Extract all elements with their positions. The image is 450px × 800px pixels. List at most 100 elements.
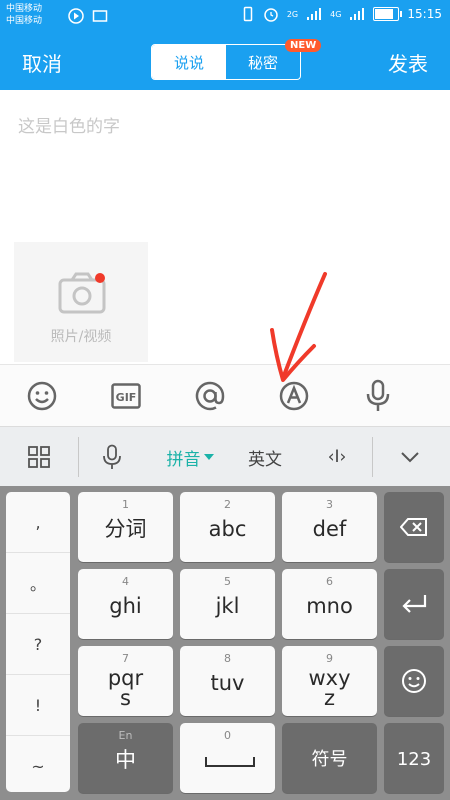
caret-down-icon bbox=[203, 454, 214, 460]
punct-key[interactable]: 。 bbox=[6, 553, 70, 614]
key-5[interactable]: 5 jkl bbox=[180, 569, 275, 639]
key-9[interactable]: 9 wxyz bbox=[282, 646, 377, 716]
battery-icon bbox=[373, 7, 403, 21]
font-style-button[interactable] bbox=[252, 365, 336, 427]
ime-menu-button[interactable] bbox=[18, 427, 60, 487]
key-8[interactable]: 8 tuv bbox=[180, 646, 275, 716]
key-2[interactable]: 2 abc bbox=[180, 492, 275, 562]
key-label-text: pqrs bbox=[107, 666, 144, 710]
ime-cursor-control[interactable]: ‹I› bbox=[312, 427, 362, 487]
ime-divider-2 bbox=[372, 437, 373, 477]
ime-divider bbox=[78, 437, 79, 477]
punct-key[interactable]: ? bbox=[6, 614, 70, 675]
key-label: pqrs bbox=[78, 668, 173, 709]
carrier-info: 中国移动 中国移动 bbox=[6, 3, 42, 27]
key-label: 分词 bbox=[104, 517, 147, 541]
backspace-key[interactable] bbox=[384, 492, 444, 562]
key-num: 7 bbox=[122, 652, 129, 665]
new-badge: NEW bbox=[285, 39, 322, 52]
grid-icon bbox=[28, 446, 50, 468]
net-4g-label: 4G bbox=[330, 9, 342, 19]
key-num: 6 bbox=[326, 575, 333, 588]
gif-button[interactable]: GIF bbox=[84, 365, 168, 427]
post-text-area[interactable]: 这是白色的字 bbox=[18, 112, 120, 137]
chevron-down-icon bbox=[401, 452, 419, 463]
gif-icon: GIF bbox=[111, 383, 141, 409]
key-num: 1 bbox=[122, 498, 129, 511]
enter-key[interactable] bbox=[384, 569, 444, 639]
lang-label: 中 bbox=[115, 748, 136, 772]
screen-icon bbox=[92, 10, 108, 22]
signal-icon-2 bbox=[350, 8, 365, 20]
mic-icon bbox=[103, 444, 121, 469]
add-photo-video-button[interactable]: 照片/视频 bbox=[14, 242, 148, 362]
key-label-text: wxyz bbox=[308, 666, 351, 710]
keyboard: , 。 ? ! ~ 1 分词 2 abc 3 def 4 ghi 5 jkl 6… bbox=[0, 486, 450, 800]
key-num: 8 bbox=[224, 652, 231, 665]
carrier-label-2: 中国移动 bbox=[6, 16, 43, 26]
carrier-label: 中国移动 bbox=[6, 4, 43, 14]
mode-segmented-control: 说说 秘密 bbox=[151, 44, 301, 80]
emoji-key[interactable] bbox=[384, 646, 444, 716]
key-num: 9 bbox=[326, 652, 333, 665]
key-3[interactable]: 3 def bbox=[282, 492, 377, 562]
punct-key[interactable]: , bbox=[6, 492, 70, 553]
clock: 15:15 bbox=[407, 7, 442, 21]
key-num: 5 bbox=[224, 575, 231, 588]
ime-pinyin-mode[interactable]: 拼音 bbox=[160, 427, 220, 487]
tab-shuoshuo[interactable]: 说说 bbox=[152, 45, 226, 79]
ime-toolbar: 拼音 英文 ‹I› bbox=[0, 426, 450, 487]
font-icon bbox=[279, 381, 309, 411]
key-label: jkl bbox=[215, 594, 240, 618]
signal-icon bbox=[307, 8, 322, 20]
key-6[interactable]: 6 mno bbox=[282, 569, 377, 639]
space-icon bbox=[204, 757, 255, 767]
enter-icon bbox=[402, 595, 427, 613]
backspace-icon bbox=[400, 518, 427, 536]
symbols-label: 符号 bbox=[311, 749, 348, 770]
punctuation-column: , 。 ? ! ~ bbox=[6, 492, 70, 792]
key-num: 4 bbox=[122, 575, 129, 588]
vibrate-icon bbox=[243, 6, 253, 22]
ime-collapse-button[interactable] bbox=[386, 427, 434, 487]
svg-text:GIF: GIF bbox=[116, 391, 137, 404]
net-2g-label: 2G bbox=[286, 9, 299, 19]
punct-key[interactable]: ~ bbox=[6, 736, 70, 796]
status-icons-right: 2G 4G 15:15 bbox=[241, 6, 442, 22]
cancel-button[interactable]: 取消 bbox=[22, 48, 62, 77]
key-num: 2 bbox=[224, 498, 231, 511]
space-key[interactable]: 0 bbox=[180, 723, 275, 793]
key-label: wxyz bbox=[282, 668, 377, 709]
camera-icon bbox=[58, 272, 106, 314]
key-7[interactable]: 7 pqrs bbox=[78, 646, 173, 716]
ime-voice-button[interactable] bbox=[92, 427, 132, 487]
key-num: 3 bbox=[326, 498, 333, 511]
punct-key[interactable]: ! bbox=[6, 675, 70, 736]
play-icon bbox=[68, 8, 84, 24]
nav-header: 取消 说说 秘密 NEW 发表 bbox=[0, 32, 450, 90]
numbers-label: 123 bbox=[396, 749, 432, 770]
smiley-icon bbox=[27, 381, 57, 411]
key-label: abc bbox=[208, 517, 247, 541]
compose-toolbar: GIF bbox=[0, 364, 450, 427]
space-num: 0 bbox=[224, 729, 231, 742]
mention-button[interactable] bbox=[168, 365, 252, 427]
mic-icon bbox=[366, 379, 390, 411]
key-label: ghi bbox=[109, 594, 142, 618]
emoji-button[interactable] bbox=[0, 365, 84, 427]
ime-english-mode[interactable]: 英文 bbox=[240, 427, 290, 487]
key-label: def bbox=[312, 517, 347, 541]
at-icon bbox=[195, 381, 225, 411]
language-switch-key[interactable]: En 中 bbox=[78, 723, 173, 793]
key-4[interactable]: 4 ghi bbox=[78, 569, 173, 639]
voice-button[interactable] bbox=[336, 365, 420, 427]
smiley-icon bbox=[402, 669, 426, 693]
symbols-key[interactable]: 符号 bbox=[282, 723, 377, 793]
photo-video-label: 照片/视频 bbox=[50, 329, 112, 345]
lang-hint: En bbox=[118, 729, 133, 742]
key-1[interactable]: 1 分词 bbox=[78, 492, 173, 562]
key-label: mno bbox=[306, 594, 353, 618]
publish-button[interactable]: 发表 bbox=[388, 48, 428, 77]
alarm-icon bbox=[264, 8, 278, 22]
numbers-key[interactable]: 123 bbox=[384, 723, 444, 793]
